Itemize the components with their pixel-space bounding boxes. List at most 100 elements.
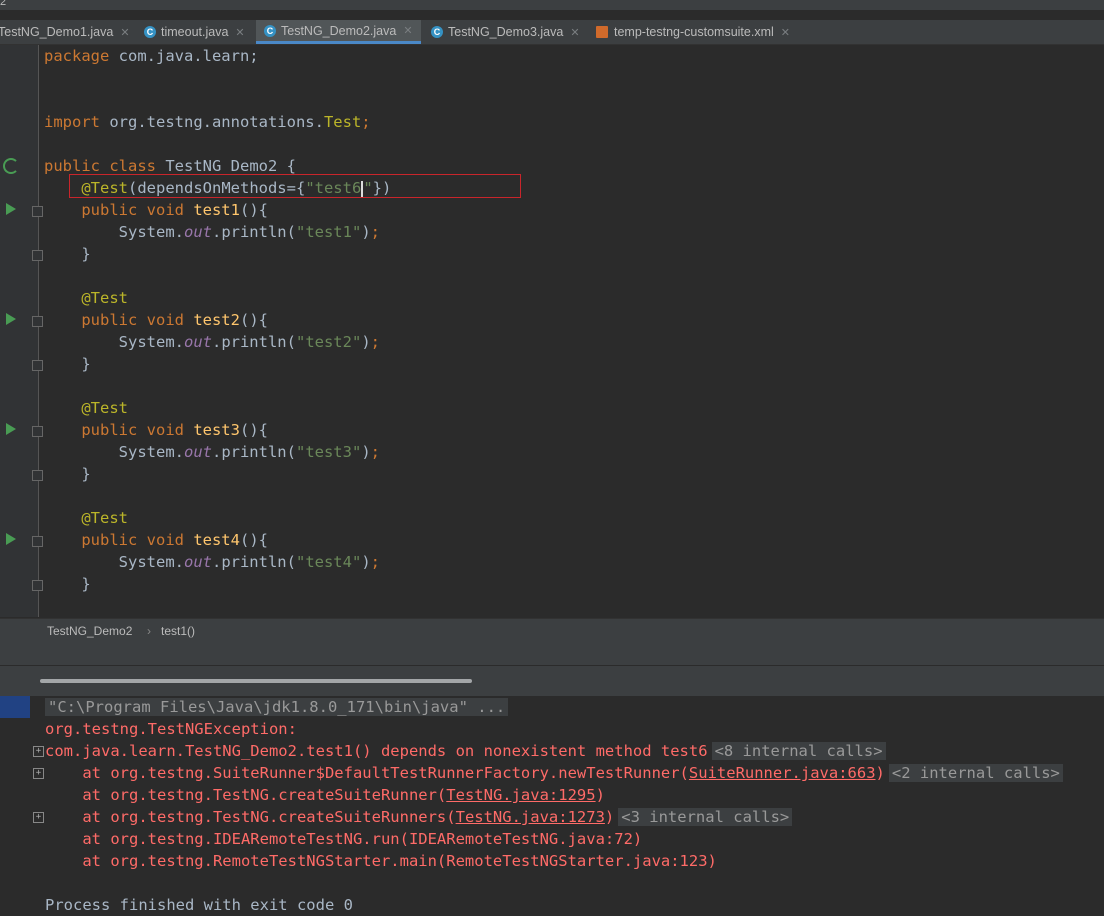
code-token: Process finished with exit code 0 xyxy=(45,896,353,914)
tab-label: TestNG_Demo3.java xyxy=(448,25,564,39)
code-token[interactable]: <3 internal calls> xyxy=(618,808,793,826)
code-token: .println( xyxy=(211,443,296,461)
console-line: at org.testng.RemoteTestNGStarter.main(R… xyxy=(45,850,717,872)
fold-icon[interactable] xyxy=(32,580,43,591)
code-token: import xyxy=(44,113,110,131)
class-icon: C xyxy=(431,26,443,38)
code-token: ) xyxy=(604,808,615,826)
console-output[interactable]: + + + "C:\Program Files\Java\jdk1.8.0_17… xyxy=(0,696,1104,914)
horizontal-scrollbar[interactable] xyxy=(40,679,472,683)
close-icon[interactable]: ✕ xyxy=(781,26,790,39)
code-token: public void xyxy=(81,201,194,219)
breadcrumb-class[interactable]: TestNG_Demo2 xyxy=(47,624,132,638)
code-token: public void xyxy=(81,421,194,439)
code-line: System.out.println("test2"); xyxy=(44,331,380,353)
code-token: @Test xyxy=(81,509,128,527)
close-icon[interactable]: ✕ xyxy=(235,26,244,39)
code-token: at org.testng.TestNG.createSuiteRunner( xyxy=(45,786,447,804)
console-gutter xyxy=(0,696,30,910)
code-token: "test3" xyxy=(295,443,362,461)
xml-file-icon xyxy=(596,26,608,38)
rerun-class-icon[interactable] xyxy=(3,158,19,174)
tab-temp-testng-customsuite[interactable]: temp-testng-customsuite.xml ✕ xyxy=(596,20,790,44)
close-icon[interactable]: ✕ xyxy=(120,26,129,39)
code-token: public void xyxy=(81,531,194,549)
code-token: Test xyxy=(323,113,362,131)
run-test-icon[interactable] xyxy=(6,313,16,325)
tab-testng-demo3[interactable]: C TestNG_Demo3.java ✕ xyxy=(431,20,580,44)
code-line: @Test xyxy=(44,507,128,529)
expand-icon[interactable]: + xyxy=(33,746,44,757)
code-token[interactable]: <8 internal calls> xyxy=(711,742,886,760)
code-token: out xyxy=(183,443,212,461)
tab-label: timeout.java xyxy=(161,25,229,39)
code-token: ; xyxy=(370,443,380,461)
code-line: public void test1(){ xyxy=(44,199,268,221)
fold-icon[interactable] xyxy=(32,470,43,481)
code-token: .println( xyxy=(211,553,296,571)
code-token: out xyxy=(183,553,212,571)
fold-icon[interactable] xyxy=(32,426,43,437)
code-line: public void test2(){ xyxy=(44,309,268,331)
stacktrace-link[interactable]: TestNG.java:1273 xyxy=(456,808,605,826)
tab-timeout[interactable]: C timeout.java ✕ xyxy=(144,20,245,44)
code-token: out xyxy=(183,223,212,241)
code-token: ) xyxy=(361,553,371,571)
breadcrumb-separator: › xyxy=(147,624,151,638)
console-line: at org.testng.IDEARemoteTestNG.run(IDEAR… xyxy=(45,828,642,850)
run-test-icon[interactable] xyxy=(6,423,16,435)
run-test-icon[interactable] xyxy=(6,203,16,215)
code-token: ) xyxy=(361,443,371,461)
stacktrace-link[interactable]: SuiteRunner.java:663 xyxy=(689,764,876,782)
fold-icon[interactable] xyxy=(32,536,43,547)
tab-testng-demo2[interactable]: C TestNG_Demo2.java ✕ xyxy=(256,20,421,44)
error-highlight-box xyxy=(69,174,521,198)
run-test-icon[interactable] xyxy=(6,533,16,545)
console-line: at org.testng.SuiteRunner$DefaultTestRun… xyxy=(45,762,1063,784)
editor-tab-bar: TestNG_Demo1.java ✕ C timeout.java ✕ C T… xyxy=(0,20,1104,45)
code-token: test1 xyxy=(193,201,240,219)
code-token: ) xyxy=(361,333,371,351)
code-token: } xyxy=(44,465,91,483)
code-token: out xyxy=(183,333,212,351)
code-token: at org.testng.RemoteTestNGStarter.main(R… xyxy=(45,852,717,870)
console-line: org.testng.TestNGException: xyxy=(45,718,297,740)
console-line: "C:\Program Files\Java\jdk1.8.0_171\bin\… xyxy=(45,696,509,718)
title-bar: 2 xyxy=(0,0,1104,10)
close-icon[interactable]: ✕ xyxy=(570,26,579,39)
fold-icon[interactable] xyxy=(32,360,43,371)
code-line: @Test xyxy=(44,287,128,309)
code-token: (){ xyxy=(239,311,268,329)
code-token: TestNG_Demo2 { xyxy=(165,157,296,175)
code-token: "test1" xyxy=(295,223,362,241)
editor-gutter xyxy=(0,45,43,617)
breadcrumb-method[interactable]: test1() xyxy=(161,624,195,638)
code-token: } xyxy=(44,575,91,593)
breadcrumb: TestNG_Demo2 › test1() xyxy=(0,618,1104,643)
fold-icon[interactable] xyxy=(32,250,43,261)
code-line: } xyxy=(44,573,91,595)
code-token: @Test xyxy=(81,289,128,307)
expand-icon[interactable]: + xyxy=(33,812,44,823)
console-line: at org.testng.TestNG.createSuiteRunners(… xyxy=(45,806,793,828)
code-token: System. xyxy=(44,223,184,241)
close-icon[interactable]: ✕ xyxy=(403,24,412,37)
tab-testng-demo1[interactable]: TestNG_Demo1.java ✕ xyxy=(0,20,130,44)
code-editor[interactable]: package com.java.learn; import org.testng… xyxy=(0,45,1104,617)
code-token: (){ xyxy=(239,531,268,549)
expand-icon[interactable]: + xyxy=(33,768,44,779)
code-token[interactable]: <2 internal calls> xyxy=(888,764,1063,782)
fold-icon[interactable] xyxy=(32,206,43,217)
code-line: public void test3(){ xyxy=(44,419,268,441)
code-token: } xyxy=(44,355,91,373)
code-line: } xyxy=(44,243,90,265)
fold-icon[interactable] xyxy=(32,316,43,327)
stacktrace-link[interactable]: TestNG.java:1295 xyxy=(446,786,595,804)
code-line: System.out.println("test4"); xyxy=(44,551,380,573)
code-token: ) xyxy=(875,764,885,782)
code-line: package com.java.learn; xyxy=(44,45,259,67)
